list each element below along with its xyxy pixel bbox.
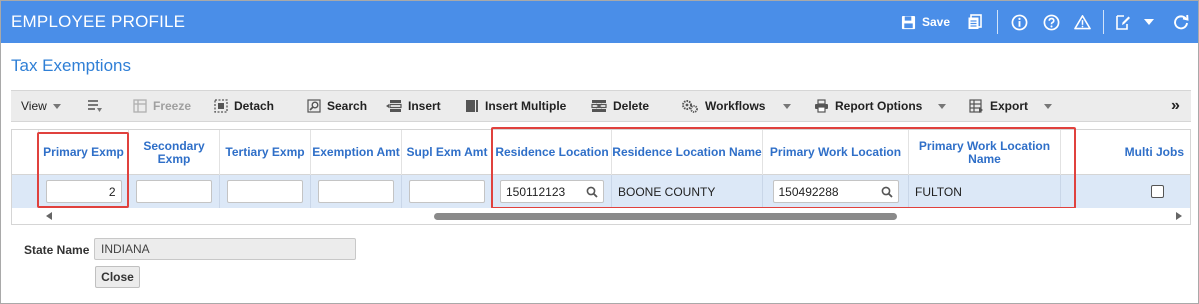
chevron-down-icon [938, 103, 947, 109]
supl-exm-amt-input[interactable] [409, 180, 485, 203]
report-options-label: Report Options [835, 99, 923, 113]
column-header-label: Supl Exm Amt [406, 145, 488, 159]
detach-label: Detach [234, 99, 275, 113]
export-menu[interactable]: Export [969, 91, 1053, 121]
column-header-label: Exemption Amt [312, 145, 400, 159]
column-header-label: Multi Jobs [1124, 145, 1184, 159]
save-label: Save [922, 15, 951, 29]
workflows-menu[interactable]: Workflows [681, 91, 792, 121]
freeze-label: Freeze [153, 99, 192, 113]
report-button[interactable] [965, 1, 985, 43]
insert-label: Insert [408, 99, 441, 113]
dropdown-icon [1144, 18, 1154, 25]
state-name-field: INDIANA [94, 238, 356, 260]
more-icon: » [1171, 97, 1180, 114]
report-icon [968, 14, 982, 29]
delete-button[interactable]: Delete [591, 91, 649, 121]
tertiary-exmp-input[interactable] [227, 180, 303, 203]
header-bar: EMPLOYEE PROFILE Save [1, 1, 1198, 43]
supl-exm-amt-cell [402, 175, 493, 208]
row-selector[interactable] [12, 175, 39, 208]
horizontal-scrollbar[interactable] [12, 208, 1190, 224]
insert-multiple-icon [466, 100, 478, 112]
column-header-secondary-exmp[interactable]: Secondary Exmp [129, 130, 220, 175]
save-button[interactable]: Save [901, 1, 950, 43]
refresh-button[interactable] [1171, 1, 1191, 43]
search-icon [307, 99, 321, 113]
gears-icon [682, 100, 698, 113]
edit-icon [1116, 15, 1130, 30]
grid-toolbar: View Freeze Detach Search Insert Insert … [11, 90, 1191, 122]
insert-multiple-button[interactable]: Insert Multiple [465, 91, 566, 121]
search-label: Search [327, 99, 368, 113]
close-button[interactable]: Close [95, 266, 140, 288]
export-label: Export [990, 99, 1029, 113]
info-button[interactable] [1009, 1, 1029, 43]
delete-label: Delete [613, 99, 650, 113]
insert-icon [386, 100, 402, 112]
scrollbar-thumb[interactable] [434, 213, 897, 220]
detach-icon [214, 99, 228, 113]
view-label: View [21, 99, 47, 113]
workflows-label: Workflows [705, 99, 766, 113]
scroll-right-icon[interactable] [1176, 212, 1182, 220]
state-name-label: State Name [24, 243, 90, 257]
header-separator [1103, 10, 1104, 34]
row-selector-header [12, 130, 39, 175]
multi-jobs-cell [1061, 175, 1190, 208]
view-menu[interactable]: View [21, 91, 61, 121]
help-icon [1043, 14, 1059, 30]
export-icon [969, 99, 983, 113]
more-toolbar-button[interactable]: » [1171, 91, 1180, 121]
employee-profile-window: EMPLOYEE PROFILE Save Tax Exemptions Vie… [0, 0, 1199, 304]
freeze-button[interactable]: Freeze [133, 91, 191, 121]
freeze-icon [133, 99, 147, 113]
exemption-amt-cell [311, 175, 402, 208]
highlight-box-locations [491, 127, 1076, 209]
columns-settings-icon [88, 100, 102, 112]
print-icon [815, 99, 828, 113]
chevron-down-icon [783, 103, 792, 109]
search-button[interactable]: Search [307, 91, 367, 121]
highlight-box-primary-exmp [37, 132, 129, 208]
detach-button[interactable]: Detach [214, 91, 274, 121]
header-dropdown-button[interactable] [1141, 1, 1157, 43]
scroll-left-icon[interactable] [46, 212, 52, 220]
column-header-supl-exm-amt[interactable]: Supl Exm Amt [402, 130, 493, 175]
warning-icon [1073, 15, 1091, 30]
save-icon [901, 15, 916, 29]
multi-jobs-checkbox[interactable] [1151, 185, 1164, 198]
warning-button[interactable] [1072, 1, 1092, 43]
column-header-exemption-amt[interactable]: Exemption Amt [311, 130, 402, 175]
delete-icon [591, 100, 607, 112]
refresh-icon [1174, 14, 1189, 30]
column-header-label: Tertiary Exmp [225, 145, 305, 159]
chevron-down-icon [52, 103, 61, 109]
column-header-label: Secondary Exmp [143, 138, 205, 166]
column-header-multi-jobs[interactable]: Multi Jobs [1061, 130, 1190, 175]
section-title: Tax Exemptions [11, 56, 131, 75]
page-title: EMPLOYEE PROFILE [11, 12, 186, 31]
info-icon [1011, 14, 1027, 30]
header-separator [997, 10, 998, 34]
secondary-exmp-cell [129, 175, 220, 208]
insert-button[interactable]: Insert [386, 91, 441, 121]
insert-multiple-label: Insert Multiple [485, 99, 567, 113]
secondary-exmp-input[interactable] [136, 180, 212, 203]
exemption-amt-input[interactable] [318, 180, 394, 203]
column-header-tertiary-exmp[interactable]: Tertiary Exmp [220, 130, 311, 175]
tertiary-exmp-cell [220, 175, 311, 208]
edit-button[interactable] [1113, 1, 1133, 43]
customize-columns-button[interactable] [87, 91, 109, 121]
report-options-menu[interactable]: Report Options [814, 91, 947, 121]
help-button[interactable] [1041, 1, 1061, 43]
tax-exemptions-grid: Primary Exmp Secondary Exmp Tertiary Exm… [11, 127, 1191, 225]
chevron-down-icon [1044, 103, 1053, 109]
